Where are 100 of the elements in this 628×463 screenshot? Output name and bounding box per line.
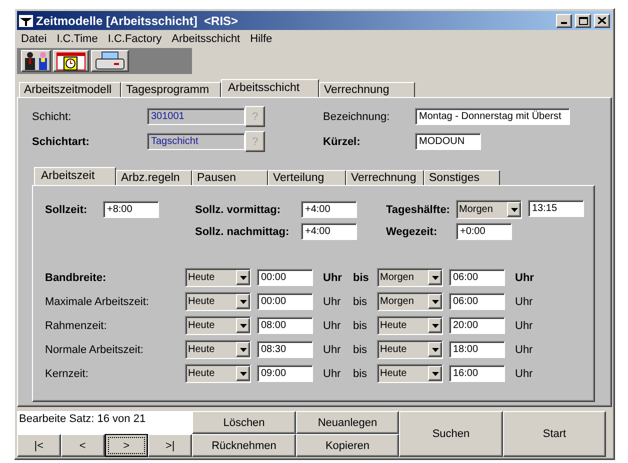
day-dropdown[interactable]: Heute [185, 340, 251, 359]
input-field[interactable]: 20:00 [449, 317, 505, 334]
people-icon [22, 51, 50, 71]
input-field[interactable]: Tagschicht [147, 133, 245, 150]
record-status: Bearbeite Satz: 16 von 21 [17, 411, 192, 434]
input-field[interactable]: 16:00 [449, 365, 505, 382]
caret-icon [240, 372, 246, 376]
caret-icon [432, 324, 438, 328]
day-dropdown[interactable]: Heute [377, 364, 443, 383]
field-label: Sollz. nachmittag: [195, 226, 290, 238]
app-icon [19, 14, 33, 26]
maximize-button[interactable] [575, 14, 591, 28]
toolbar-button[interactable] [91, 50, 129, 72]
field-label: Sollz. vormittag: [195, 204, 282, 216]
input-field[interactable]: +4:00 [301, 201, 357, 218]
field-label: Rahmenzeit: [45, 320, 108, 332]
undo-button[interactable]: Rücknehmen [192, 434, 296, 457]
unit-label: Uhr [323, 320, 342, 332]
day-dropdown[interactable]: Morgen [377, 268, 443, 287]
range-label: bis [353, 320, 368, 332]
day-dropdown[interactable]: Morgen [456, 200, 522, 219]
navigation-button[interactable]: >| [148, 434, 192, 457]
input-field[interactable]: 18:00 [449, 341, 505, 358]
unit-label: Uhr [515, 296, 534, 308]
tab[interactable]: Arbeitszeit [34, 167, 116, 186]
input-field[interactable]: +4:00 [301, 223, 357, 240]
field-label: Bandbreite: [45, 272, 108, 284]
input-field[interactable]: +8:00 [103, 201, 159, 218]
menu-item[interactable]: I.C.Time [56, 33, 98, 45]
tab[interactable]: Arbeitszeitmodell [19, 82, 121, 97]
input-field[interactable]: +0:00 [456, 223, 512, 240]
input-field[interactable]: 00:00 [257, 293, 313, 310]
field-label: Wegezeit: [386, 226, 438, 238]
delete-button[interactable]: Löschen [192, 411, 296, 434]
input-field[interactable]: 13:15 [528, 200, 584, 217]
menu-item[interactable]: Arbeitsschicht [172, 33, 240, 45]
close-icon [598, 17, 606, 24]
input-field[interactable]: 09:00 [257, 365, 313, 382]
unit-label: Uhr [515, 320, 534, 332]
day-dropdown[interactable]: Heute [185, 364, 251, 383]
caret-icon [432, 276, 438, 280]
field-label: Tageshälfte: [386, 204, 451, 216]
field-label: Normale Arbeitszeit: [45, 344, 144, 356]
input-field[interactable]: 00:00 [257, 269, 313, 286]
input-field[interactable]: 08:00 [257, 317, 313, 334]
input-field[interactable]: MODOUN [415, 133, 481, 150]
range-label: bis [353, 368, 368, 380]
printer-icon [94, 51, 126, 71]
tab[interactable]: Verteilung [268, 170, 346, 185]
tab[interactable]: Tagesprogramm [121, 82, 221, 97]
caret-icon [432, 372, 438, 376]
day-dropdown[interactable]: Morgen [377, 292, 443, 311]
navigation-button[interactable]: |< [17, 434, 61, 457]
field-label: Kürzel: [323, 136, 362, 148]
unit-label: Uhr [515, 344, 534, 356]
unit-label: Uhr [515, 368, 534, 380]
toolbar-button[interactable] [21, 50, 51, 72]
range-label: bis [353, 272, 370, 284]
minimize-button[interactable] [556, 14, 572, 28]
unit-label: Uhr [323, 296, 342, 308]
day-dropdown[interactable]: Heute [377, 316, 443, 335]
day-dropdown[interactable]: Heute [377, 340, 443, 359]
navigation-button[interactable]: < [60, 434, 104, 457]
day-dropdown[interactable]: Heute [185, 292, 251, 311]
caret-icon [432, 348, 438, 352]
day-dropdown[interactable]: Heute [185, 316, 251, 335]
search-button[interactable]: Suchen [399, 411, 503, 457]
caret-icon [432, 300, 438, 304]
close-button[interactable] [594, 14, 610, 28]
field-label: Bezeichnung: [323, 110, 391, 122]
caret-icon [240, 324, 246, 328]
input-field[interactable]: 301001 [147, 108, 245, 125]
toolbar-button[interactable] [53, 50, 89, 72]
input-field[interactable]: 06:00 [449, 269, 505, 286]
unit-label: Uhr [323, 272, 343, 284]
new-button[interactable]: Neuanlegen [296, 411, 399, 434]
maximize-icon [578, 16, 588, 24]
menu-item[interactable]: Hilfe [250, 33, 272, 45]
caret-icon [240, 300, 246, 304]
range-label: bis [353, 296, 368, 308]
tab[interactable]: Verrechnung [319, 82, 415, 97]
tab[interactable]: Pausen [192, 170, 268, 185]
tab[interactable]: Arbz.regeln [116, 170, 192, 185]
menu-item[interactable]: I.C.Factory [108, 33, 162, 45]
unit-label: Uhr [323, 344, 342, 356]
start-button[interactable]: Start [503, 411, 606, 457]
navigation-button[interactable]: > [104, 434, 148, 457]
field-label: Sollzeit: [45, 204, 88, 216]
field-label: Schicht: [32, 110, 72, 122]
field-label: Maximale Arbeitszeit: [45, 296, 150, 308]
input-field[interactable]: 08:30 [257, 341, 313, 358]
tab[interactable]: Sonstiges [424, 170, 500, 185]
input-field[interactable]: 06:00 [449, 293, 505, 310]
tab[interactable]: Arbeitsschicht [221, 79, 319, 98]
input-field[interactable]: Montag - Donnerstag mit Überst [415, 108, 570, 125]
copy-button[interactable]: Kopieren [296, 434, 399, 457]
tab[interactable]: Verrechnung [346, 170, 424, 185]
field-label: Schichtart: [32, 136, 90, 148]
day-dropdown[interactable]: Heute [185, 268, 251, 287]
menu-item[interactable]: Datei [21, 33, 47, 45]
